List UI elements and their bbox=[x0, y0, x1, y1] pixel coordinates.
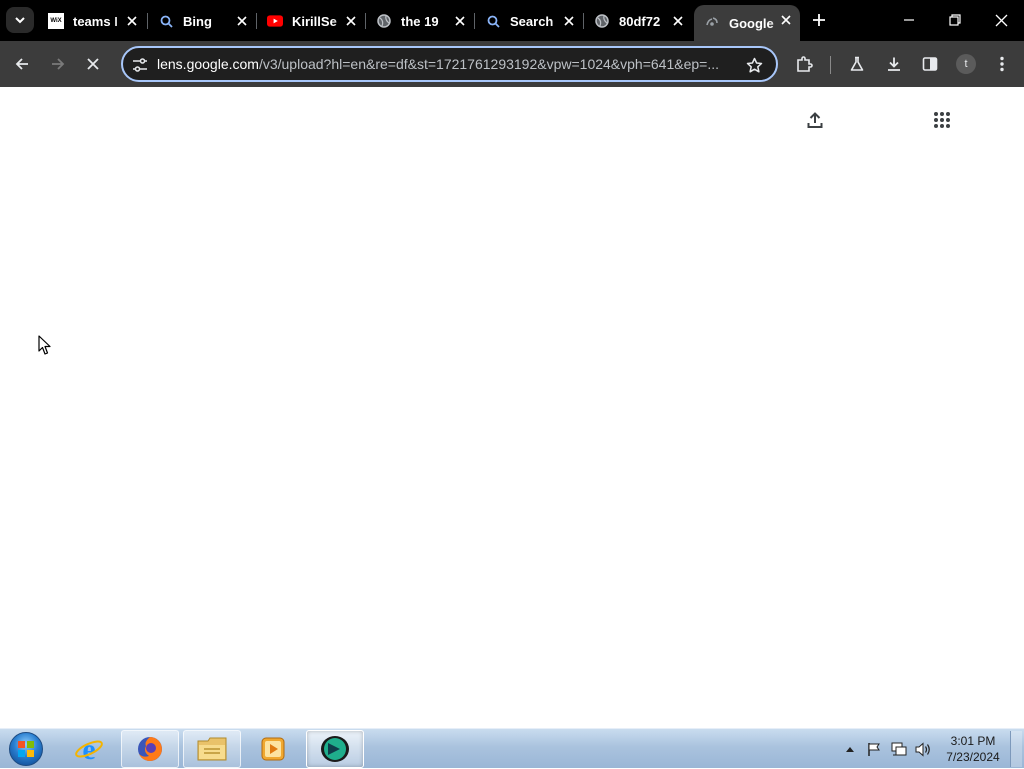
google-apps-button[interactable] bbox=[929, 107, 955, 133]
action-center-flag[interactable] bbox=[864, 729, 884, 769]
tab-teams[interactable]: WiX teams I bbox=[38, 6, 146, 36]
page-content bbox=[0, 87, 1024, 728]
chrome-menu-button[interactable] bbox=[988, 50, 1016, 78]
upload-button[interactable] bbox=[802, 107, 828, 133]
browser-toolbar: lens.google.com/v3/upload?hl=en&re=df&st… bbox=[0, 41, 1024, 87]
taskbar-internet-explorer[interactable]: e bbox=[60, 730, 118, 768]
flag-icon bbox=[868, 742, 880, 756]
download-icon bbox=[888, 57, 900, 71]
network-tray-icon[interactable] bbox=[889, 729, 909, 769]
firefox-icon bbox=[138, 737, 162, 761]
toolbar-divider bbox=[830, 56, 831, 74]
tab-title: the 19 bbox=[401, 13, 439, 29]
tab-kirillse[interactable]: KirillSe bbox=[257, 6, 365, 36]
kebab-menu-icon bbox=[1000, 56, 1004, 72]
tab-title: teams I bbox=[73, 13, 118, 29]
side-panel-icon bbox=[922, 57, 938, 71]
close-icon[interactable] bbox=[343, 13, 359, 29]
stop-loading-button[interactable] bbox=[79, 50, 107, 78]
close-icon[interactable] bbox=[124, 13, 140, 29]
taskbar-chrome[interactable] bbox=[306, 730, 364, 768]
minimize-button[interactable] bbox=[886, 0, 932, 40]
tab-80df72[interactable]: 80df72 bbox=[584, 6, 692, 36]
chevron-up-icon bbox=[846, 747, 854, 752]
taskbar-media-player[interactable] bbox=[244, 730, 302, 768]
flask-icon bbox=[850, 56, 864, 71]
chevron-down-icon bbox=[15, 17, 25, 24]
plus-icon bbox=[813, 14, 825, 26]
volume-tray-icon[interactable] bbox=[913, 729, 933, 769]
new-tab-button[interactable] bbox=[808, 9, 830, 31]
globe-icon bbox=[594, 13, 610, 29]
window-close-button[interactable] bbox=[978, 0, 1024, 40]
system-clock[interactable]: 3:01 PM 7/23/2024 bbox=[938, 733, 1008, 765]
internet-explorer-icon: e bbox=[75, 734, 103, 764]
forward-button[interactable] bbox=[44, 50, 72, 78]
windows-logo-icon bbox=[9, 732, 43, 766]
apps-grid-icon bbox=[934, 112, 950, 128]
tab-the-19[interactable]: the 19 bbox=[366, 6, 474, 36]
clock-date: 7/23/2024 bbox=[946, 750, 1000, 764]
url-path: /v3/upload?hl=en&re=df&st=1721761293192&… bbox=[258, 56, 720, 72]
downloads-button[interactable] bbox=[880, 50, 908, 78]
close-icon bbox=[995, 14, 1007, 26]
restore-button[interactable] bbox=[932, 0, 978, 40]
tab-title: KirillSe bbox=[292, 13, 337, 29]
tab-google-lens-active[interactable]: Google bbox=[694, 5, 800, 41]
arrow-right-icon bbox=[52, 58, 65, 70]
youtube-icon bbox=[267, 13, 283, 29]
close-icon[interactable] bbox=[561, 13, 577, 29]
svg-text:e: e bbox=[82, 734, 95, 764]
puzzle-icon bbox=[797, 56, 813, 72]
tab-title: Bing bbox=[183, 13, 212, 29]
media-player-icon bbox=[261, 737, 285, 761]
folder-icon bbox=[197, 737, 227, 761]
address-bar[interactable]: lens.google.com/v3/upload?hl=en&re=df&st… bbox=[121, 46, 778, 82]
show-hidden-icons-button[interactable] bbox=[843, 729, 857, 769]
network-icon bbox=[891, 742, 907, 756]
show-desktop-button[interactable] bbox=[1010, 731, 1022, 767]
tab-title: 80df72 bbox=[619, 13, 661, 29]
wix-icon: WiX bbox=[48, 13, 64, 29]
speaker-icon bbox=[915, 741, 930, 757]
taskbar-file-explorer[interactable] bbox=[183, 730, 241, 768]
url-host: lens.google.com bbox=[157, 56, 259, 72]
labs-button[interactable] bbox=[843, 50, 871, 78]
side-panel-button[interactable] bbox=[916, 50, 944, 78]
mouse-pointer-icon bbox=[38, 335, 51, 355]
clock-time: 3:01 PM bbox=[950, 734, 996, 748]
close-icon[interactable] bbox=[452, 13, 468, 29]
site-info-icon[interactable] bbox=[130, 55, 150, 75]
url-text[interactable]: lens.google.com/v3/upload?hl=en&re=df&st… bbox=[157, 56, 737, 74]
restore-icon bbox=[949, 14, 961, 26]
close-icon[interactable] bbox=[670, 13, 686, 29]
search-icon bbox=[158, 13, 174, 29]
tab-strip: WiX teams I Bing KirillSe the 19 Search … bbox=[0, 0, 1024, 41]
tab-bing[interactable]: Bing bbox=[148, 6, 256, 36]
minimize-icon bbox=[904, 19, 914, 21]
search-icon bbox=[485, 13, 501, 29]
arrow-left-icon bbox=[15, 58, 28, 70]
globe-icon bbox=[376, 13, 392, 29]
profile-avatar[interactable]: t bbox=[956, 54, 976, 74]
close-icon[interactable] bbox=[234, 13, 250, 29]
upload-icon bbox=[807, 112, 823, 128]
windows-taskbar: e 3:01 PM 7/23/2024 bbox=[0, 728, 1024, 768]
close-icon[interactable] bbox=[778, 12, 794, 28]
extensions-button[interactable] bbox=[790, 50, 818, 78]
tab-search-button[interactable] bbox=[6, 7, 34, 33]
bookmark-star-icon[interactable] bbox=[744, 55, 764, 75]
tab-title: Search bbox=[510, 13, 554, 29]
start-button[interactable] bbox=[4, 730, 48, 768]
chrome-icon bbox=[321, 736, 349, 762]
taskbar-firefox[interactable] bbox=[121, 730, 179, 768]
back-button[interactable] bbox=[8, 50, 36, 78]
google-lens-icon bbox=[704, 15, 720, 31]
tab-search[interactable]: Search bbox=[475, 6, 583, 36]
close-icon bbox=[87, 58, 99, 70]
